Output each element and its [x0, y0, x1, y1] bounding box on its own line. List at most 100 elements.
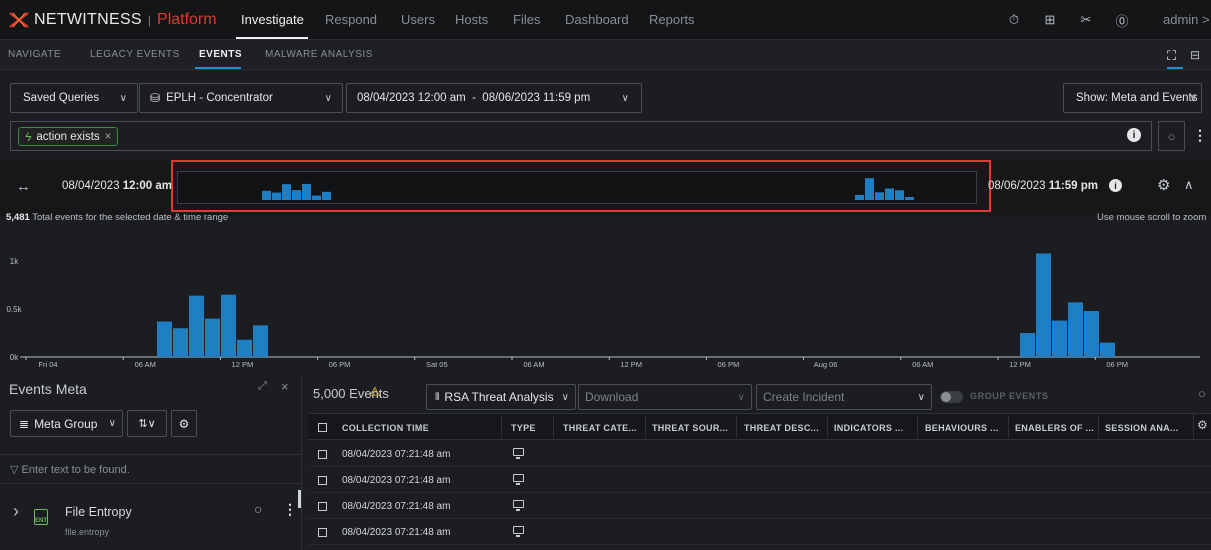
- x-tick-label: 06 AM: [135, 360, 156, 369]
- column-type[interactable]: TYPE: [511, 423, 536, 433]
- tab-navigate[interactable]: NAVIGATE: [8, 49, 61, 60]
- nav-users[interactable]: Users: [401, 12, 435, 27]
- sort-button[interactable]: ⇅∨: [127, 410, 167, 437]
- x-tick-label: 06 AM: [523, 360, 544, 369]
- histogram-bar: [1068, 302, 1083, 357]
- row-checkbox[interactable]: [318, 450, 327, 459]
- saved-queries-dropdown[interactable]: Saved Queries ∨: [10, 83, 138, 113]
- column-threat-source[interactable]: THREAT SOUR...: [652, 423, 728, 433]
- warning-icon[interactable]: ⚠: [369, 384, 381, 400]
- nav-respond[interactable]: Respond: [325, 12, 377, 27]
- histogram-bar: [221, 294, 236, 357]
- user-menu[interactable]: admin >: [1163, 12, 1210, 27]
- more-icon[interactable]: ⋮: [1193, 127, 1207, 144]
- show-dropdown[interactable]: Show: Meta and Events ∨: [1063, 83, 1202, 113]
- x-tick-label: 06 PM: [329, 360, 351, 369]
- nav-files[interactable]: Files: [513, 12, 540, 27]
- row-collection-time[interactable]: 08/04/2023 07:21:48 am: [342, 527, 450, 538]
- query-filter-bar[interactable]: [10, 121, 1152, 151]
- select-all-checkbox[interactable]: [318, 423, 327, 432]
- column-divider[interactable]: [736, 416, 737, 438]
- row-checkbox[interactable]: [318, 476, 327, 485]
- row-checkbox[interactable]: [318, 528, 327, 537]
- histogram-bar: [237, 339, 252, 357]
- search-icon[interactable]: ○: [254, 501, 262, 517]
- x-tick-label: Sat 05: [426, 360, 448, 369]
- search-icon[interactable]: ○: [1198, 386, 1206, 401]
- tab-legacy-events[interactable]: LEGACY EVENTS: [90, 49, 180, 60]
- column-behaviours[interactable]: BEHAVIOURS ...: [925, 423, 999, 433]
- column-divider[interactable]: [917, 416, 918, 438]
- row-collection-time[interactable]: 08/04/2023 07:21:48 am: [342, 475, 450, 486]
- chevron-down-icon: ∨: [561, 391, 569, 403]
- scrollbar[interactable]: [298, 490, 301, 508]
- date-range-dropdown[interactable]: 08/04/2023 12:00 am - 08/06/2023 11:59 p…: [346, 83, 642, 113]
- x-tick-label: 06 PM: [718, 360, 740, 369]
- row-checkbox[interactable]: [318, 502, 327, 511]
- filter-pill-label: action exists: [36, 130, 100, 143]
- help-icon[interactable]: ⓪: [1113, 11, 1131, 29]
- column-divider[interactable]: [827, 416, 828, 438]
- y-tick-label: 0k: [10, 353, 19, 362]
- group-events-toggle[interactable]: [940, 391, 963, 403]
- sub-active-indicator: [195, 67, 241, 69]
- column-divider[interactable]: [501, 416, 502, 438]
- chevron-down-icon: ∨: [324, 92, 332, 104]
- tab-events[interactable]: EVENTS: [199, 49, 242, 60]
- y-tick-label: 1k: [10, 257, 19, 266]
- nav-dashboard[interactable]: Dashboard: [565, 12, 629, 27]
- saved-queries-label: Saved Queries: [23, 92, 100, 104]
- chevron-right-icon[interactable]: ›: [13, 501, 19, 522]
- column-divider[interactable]: [645, 416, 646, 438]
- info-icon[interactable]: i: [1127, 128, 1141, 142]
- gear-icon[interactable]: ⚙: [1157, 176, 1170, 194]
- close-icon[interactable]: ×: [105, 131, 112, 143]
- nav-hosts[interactable]: Hosts: [455, 12, 488, 27]
- preferences-icon[interactable]: ⊞: [1041, 11, 1059, 29]
- move-icon[interactable]: ↔: [16, 178, 31, 195]
- list-view-icon[interactable]: ⊟: [1190, 48, 1200, 62]
- column-collection-time[interactable]: COLLECTION TIME: [342, 423, 429, 433]
- zoom-hint: Use mouse scroll to zoom: [1097, 212, 1207, 223]
- chevron-up-icon[interactable]: ∧: [1184, 177, 1194, 193]
- meta-group-dropdown[interactable]: ≣ Meta Group ∨: [10, 410, 123, 437]
- total-events-count: 5,481: [6, 212, 30, 223]
- meta-item-name[interactable]: File Entropy: [65, 505, 132, 519]
- search-button[interactable]: ○: [1158, 121, 1185, 151]
- nav-investigate[interactable]: Investigate: [241, 12, 304, 27]
- download-dropdown[interactable]: Download ∨: [578, 384, 752, 410]
- column-divider[interactable]: [1098, 416, 1099, 438]
- create-incident-dropdown[interactable]: Create Incident ∨: [756, 384, 932, 410]
- nav-reports[interactable]: Reports: [649, 12, 695, 27]
- column-threat-category[interactable]: THREAT CATE...: [563, 423, 637, 433]
- create-incident-label: Create Incident: [763, 390, 845, 404]
- filter-pill[interactable]: ϟ action exists ×: [18, 127, 119, 146]
- timer-icon[interactable]: ⏱: [1005, 11, 1023, 29]
- tools-icon[interactable]: ✂: [1077, 11, 1095, 29]
- service-dropdown[interactable]: ⛁ EPLH - Concentrator ∨: [139, 83, 343, 113]
- column-enablers[interactable]: ENABLERS OF ...: [1015, 423, 1094, 433]
- column-indicators[interactable]: INDICATORS ...: [834, 423, 903, 433]
- histogram-bar: [189, 295, 204, 357]
- chart-view-icon[interactable]: ⛶: [1167, 48, 1176, 64]
- row-divider: [308, 518, 1211, 519]
- gear-icon[interactable]: ⚙: [1197, 418, 1208, 432]
- more-icon[interactable]: ⋮: [283, 501, 297, 518]
- row-divider: [308, 492, 1211, 493]
- info-icon[interactable]: i: [1109, 179, 1122, 192]
- brand-logo[interactable]: NETWITNESS | Platform: [8, 9, 217, 31]
- tab-malware-analysis[interactable]: MALWARE ANALYSIS: [265, 49, 373, 60]
- column-divider[interactable]: [553, 416, 554, 438]
- expand-icon[interactable]: ⤢: [258, 380, 267, 393]
- meta-settings-button[interactable]: ⚙: [171, 410, 197, 437]
- column-threat-description[interactable]: THREAT DESC...: [744, 423, 819, 433]
- close-icon[interactable]: ×: [281, 379, 289, 394]
- profile-dropdown[interactable]: ⦀ RSA Threat Analysis ∨: [426, 384, 576, 410]
- row-collection-time[interactable]: 08/04/2023 07:21:48 am: [342, 501, 450, 512]
- row-collection-time[interactable]: 08/04/2023 07:21:48 am: [342, 449, 450, 460]
- column-divider[interactable]: [1008, 416, 1009, 438]
- events-histogram[interactable]: 1k 0.5k 0k Fri 04 06 AM 12 PM 06 PM Sat 05 06 AM…: [0, 224, 1211, 376]
- list-icon: ≣: [19, 416, 30, 431]
- histogram-bar: [173, 328, 188, 357]
- column-session-analysis[interactable]: SESSION ANA...: [1105, 423, 1178, 433]
